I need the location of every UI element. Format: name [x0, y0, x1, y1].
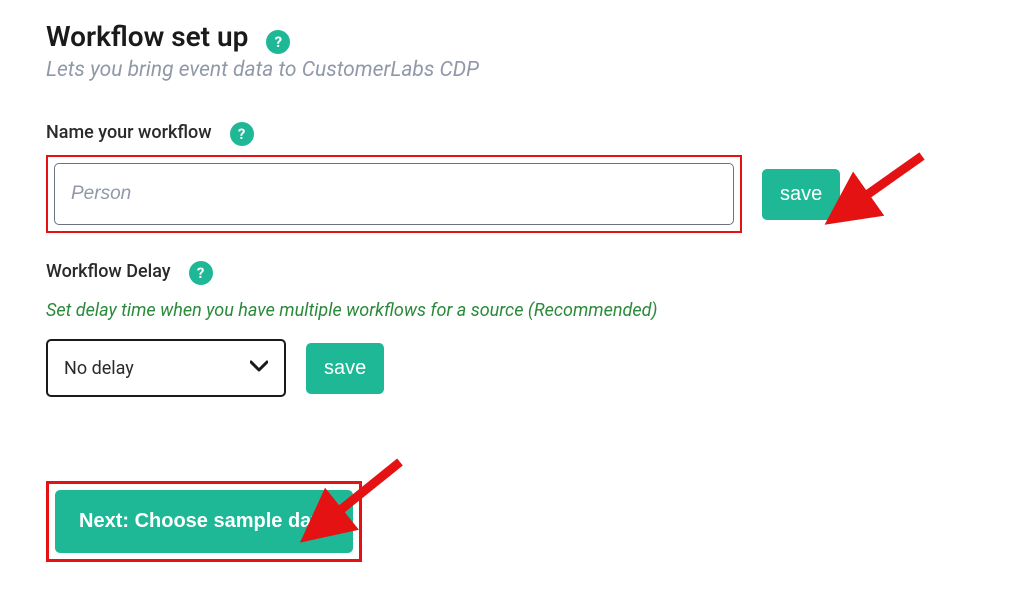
highlight-box	[46, 155, 742, 233]
help-icon[interactable]: ?	[189, 261, 213, 285]
highlight-box: Next: Choose sample data	[46, 481, 362, 562]
workflow-delay-selected: No delay	[64, 358, 134, 379]
header-row: Workflow set up ?	[46, 20, 978, 54]
page-title: Workflow set up	[46, 20, 248, 53]
workflow-name-input[interactable]	[54, 163, 734, 225]
page-subtitle: Lets you bring event data to CustomerLab…	[46, 58, 978, 82]
workflow-delay-label: Workflow Delay	[46, 261, 171, 282]
workflow-name-section: Name your workflow ? save	[46, 122, 978, 233]
workflow-name-label: Name your workflow	[46, 122, 212, 143]
workflow-delay-select[interactable]: No delay	[46, 339, 286, 397]
chevron-down-icon	[250, 360, 268, 376]
workflow-delay-hint: Set delay time when you have multiple wo…	[46, 300, 978, 321]
help-icon[interactable]: ?	[266, 30, 290, 54]
next-button[interactable]: Next: Choose sample data	[55, 490, 353, 553]
workflow-delay-section: Workflow Delay ? Set delay time when you…	[46, 261, 978, 397]
save-button[interactable]: save	[762, 169, 840, 220]
workflow-delay-label-row: Workflow Delay ?	[46, 261, 978, 294]
workflow-delay-input-row: No delay save	[46, 339, 978, 397]
help-icon[interactable]: ?	[230, 122, 254, 146]
workflow-name-input-row: save	[46, 155, 978, 233]
workflow-name-label-row: Name your workflow ?	[46, 122, 978, 155]
save-button[interactable]: save	[306, 343, 384, 394]
